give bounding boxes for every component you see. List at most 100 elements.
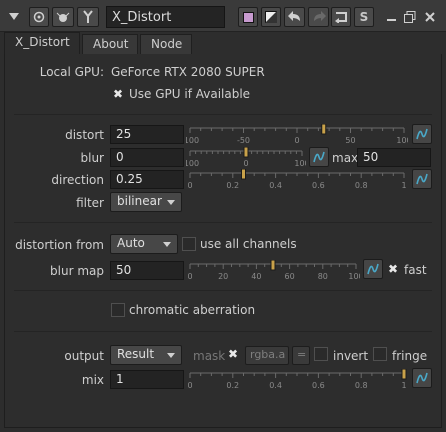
blur-label: blur (80, 151, 105, 165)
slider-tick-label: 0.8 (355, 381, 368, 390)
close-icon[interactable] (421, 7, 439, 27)
output-dropdown[interactable]: Result (110, 345, 182, 365)
collapse-arrow-icon[interactable] (5, 7, 23, 27)
use-all-channels-label: use all channels (200, 237, 297, 251)
blur-input[interactable]: 0 (110, 148, 184, 167)
tab-node[interactable]: Node (140, 34, 192, 54)
slider-tick-label: 80 (318, 272, 328, 281)
slider-tick-label: 0.2 (226, 381, 239, 390)
mask-checkbox[interactable]: ✖ (226, 347, 240, 361)
slider-tick-label: -100 (186, 136, 199, 145)
float-icon[interactable] (402, 7, 418, 27)
curve-icon (413, 173, 431, 191)
slider-tick-label: 0.6 (312, 181, 325, 190)
fast-label: fast (404, 263, 427, 277)
mask-equals-button[interactable]: = (292, 346, 310, 365)
direction-label: direction (51, 173, 104, 187)
use-gpu-checkbox[interactable]: ✖ (111, 87, 125, 101)
curve-icon (413, 372, 431, 390)
slider-tick-label: 0 (187, 272, 192, 281)
settings-circle-icon[interactable] (29, 7, 49, 27)
slider-tick-label: 0 (187, 181, 192, 190)
undo-icon[interactable] (284, 7, 305, 27)
gpu-device-name: GeForce RTX 2080 SUPER (111, 65, 265, 79)
curve-icon (364, 263, 382, 281)
blur-animation-button[interactable] (309, 147, 329, 167)
slider-tick-label: 0.2 (226, 181, 239, 190)
tab-x-distort[interactable]: X_Distort (4, 32, 80, 54)
slider-handle (243, 147, 249, 158)
distort-label: distort (65, 128, 104, 142)
slider-tick-label: 40 (251, 272, 261, 281)
slider-tick-label: 60 (285, 272, 295, 281)
slider-tick-label: 100 (294, 159, 306, 168)
fringe-checkbox[interactable] (373, 347, 387, 361)
node-title-bar: X_Distort S (0, 0, 446, 32)
slider-handle (241, 169, 246, 180)
divider (14, 114, 432, 115)
distortion-from-value: Auto (117, 236, 145, 250)
blur-map-animation-button[interactable] (363, 259, 383, 279)
tab-about[interactable]: About (82, 34, 138, 54)
slider-tick-label: 1 (401, 181, 406, 190)
slider-tick-label: 0.8 (355, 181, 368, 190)
distort-slider[interactable]: -100 -50 0 50 100 (186, 124, 408, 146)
color-swatch-icon[interactable] (238, 7, 258, 27)
output-value: Result (117, 347, 155, 361)
filter-dropdown[interactable]: bilinear (110, 192, 182, 212)
revert-icon[interactable] (331, 7, 351, 27)
direction-input[interactable]: 0.25 (110, 170, 184, 189)
mix-label: mix (81, 373, 104, 387)
filter-label: filter (76, 196, 104, 210)
check-mark-icon: ✖ (112, 87, 124, 101)
slider-tick-label: -50 (237, 136, 250, 145)
chevron-down-icon (167, 200, 175, 205)
pin-icon[interactable] (77, 7, 99, 27)
direction-slider[interactable]: 0 0.2 0.4 0.6 0.8 1 (186, 169, 408, 191)
mix-slider[interactable]: 0 0.2 0.4 0.6 0.8 1 (186, 369, 408, 391)
blur-map-slider[interactable]: 0 20 40 60 80 100 (186, 260, 360, 282)
half-box-icon[interactable] (261, 7, 281, 27)
direction-animation-button[interactable] (412, 169, 432, 189)
node-name-field[interactable]: X_Distort (106, 6, 225, 28)
slider-tick-label: 1 (401, 381, 406, 390)
local-gpu-label: Local GPU: (39, 65, 104, 79)
blur-max-label: max (332, 151, 359, 165)
slider-tick-label: 100 (348, 272, 360, 281)
blur-map-label: blur map (50, 264, 104, 278)
chromatic-aberration-label: chromatic aberration (129, 303, 256, 317)
curve-icon (310, 151, 328, 169)
slider-tick-label: 0.4 (269, 381, 282, 390)
minimize-icon[interactable] (383, 7, 399, 27)
chevron-down-icon (167, 353, 175, 358)
slider-tick-label: 0.6 (312, 381, 325, 390)
mix-animation-button[interactable] (412, 368, 432, 388)
redo-icon[interactable] (308, 7, 329, 27)
mask-channel-dropdown[interactable]: rgba.a (245, 346, 289, 365)
output-label: output (64, 349, 104, 363)
distort-animation-button[interactable] (412, 124, 432, 144)
chromatic-aberration-checkbox[interactable] (111, 303, 125, 317)
slider-tick-label: 20 (218, 272, 228, 281)
divider (14, 290, 432, 291)
slider-tick-label: 50 (345, 136, 355, 145)
fast-checkbox[interactable]: ✖ (386, 262, 400, 276)
distort-input[interactable]: 25 (110, 125, 184, 144)
curve-icon (413, 128, 431, 146)
blur-map-input[interactable]: 50 (110, 261, 184, 280)
blur-max-input[interactable]: 50 (357, 148, 431, 167)
slider-handle (401, 369, 407, 380)
slider-handle (270, 260, 276, 271)
invert-checkbox[interactable] (314, 347, 328, 361)
tab-bar: X_Distort About Node (0, 32, 446, 54)
s-icon[interactable]: S (354, 7, 374, 27)
distortion-from-label: distortion from (15, 238, 104, 252)
filter-value: bilinear (117, 194, 162, 208)
blur-slider[interactable]: -100 0 100 (186, 147, 306, 169)
mix-input[interactable]: 1 (110, 370, 184, 389)
divider (14, 331, 432, 332)
use-all-channels-checkbox[interactable] (182, 237, 196, 251)
distortion-from-dropdown[interactable]: Auto (110, 234, 178, 254)
bug-icon[interactable] (52, 7, 74, 27)
use-gpu-label: Use GPU if Available (129, 87, 251, 101)
